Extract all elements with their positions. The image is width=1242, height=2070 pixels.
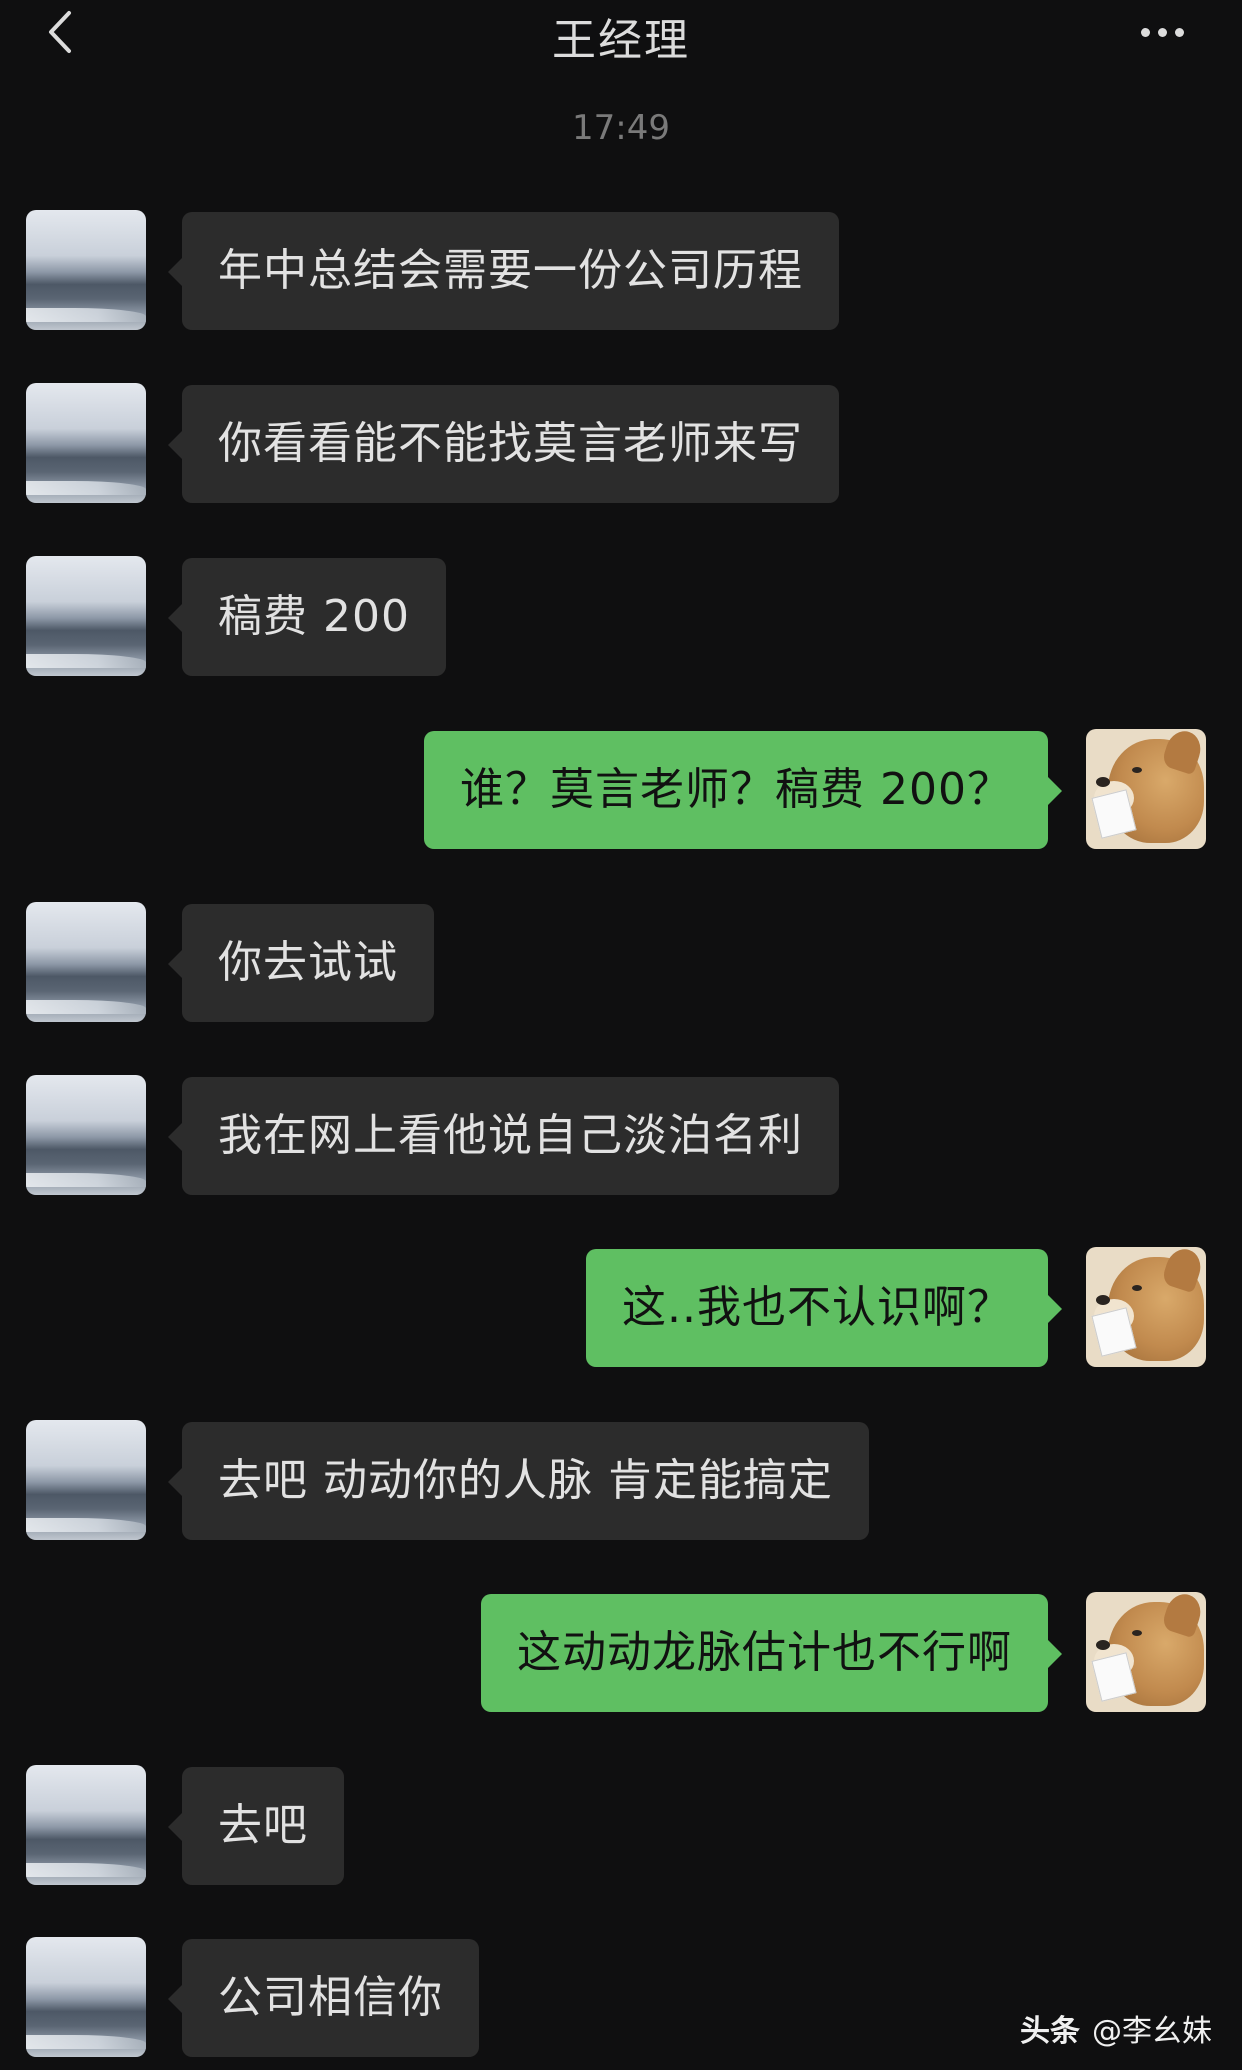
watermark: 头条 @李幺妹 bbox=[1020, 2006, 1212, 2050]
contact-avatar[interactable] bbox=[26, 1420, 146, 1540]
contact-avatar[interactable] bbox=[26, 902, 146, 1022]
message-bubble-incoming[interactable]: 我在网上看他说自己淡泊名利 bbox=[168, 1077, 839, 1195]
self-avatar[interactable] bbox=[1086, 1592, 1206, 1712]
watermark-brand: 头条 bbox=[1020, 2014, 1080, 2049]
contact-avatar[interactable] bbox=[26, 1075, 146, 1195]
message-bubble-outgoing[interactable]: 这..我也不认识啊？ bbox=[586, 1249, 1062, 1367]
message-row: 去吧 动动你的人脉 肯定能搞定 bbox=[0, 1420, 1242, 1542]
contact-avatar[interactable] bbox=[26, 383, 146, 503]
chat-header: 王经理 bbox=[0, 0, 1242, 80]
message-row: 年中总结会需要一份公司历程 bbox=[0, 210, 1242, 332]
message-timestamp: 17:49 bbox=[572, 108, 670, 148]
message-bubble-incoming[interactable]: 公司相信你 bbox=[168, 1939, 479, 2057]
message-bubble-incoming[interactable]: 你去试试 bbox=[168, 904, 434, 1022]
message-row: 稿费 200 bbox=[0, 556, 1242, 678]
contact-avatar[interactable] bbox=[26, 556, 146, 676]
message-bubble-incoming[interactable]: 稿费 200 bbox=[168, 558, 446, 676]
more-dots-icon bbox=[1140, 27, 1150, 37]
watermark-handle: @李幺妹 bbox=[1092, 2014, 1212, 2049]
contact-avatar[interactable] bbox=[26, 1765, 146, 1885]
self-avatar[interactable] bbox=[1086, 729, 1206, 849]
message-row: 我在网上看他说自己淡泊名利 bbox=[0, 1075, 1242, 1197]
message-bubble-incoming[interactable]: 去吧 动动你的人脉 肯定能搞定 bbox=[168, 1422, 869, 1540]
message-row: 谁？莫言老师？稿费 200？ bbox=[0, 729, 1242, 851]
message-row: 这动动龙脉估计也不行啊 bbox=[0, 1592, 1242, 1714]
self-avatar[interactable] bbox=[1086, 1247, 1206, 1367]
message-row: 你去试试 bbox=[0, 902, 1242, 1024]
chat-screen: 王经理 17:49 年中总结会需要一份公司历程 你看看能不能找莫言老师来写 稿费… bbox=[0, 0, 1242, 2070]
message-bubble-incoming[interactable]: 年中总结会需要一份公司历程 bbox=[168, 212, 839, 330]
more-options-button[interactable] bbox=[1122, 0, 1202, 64]
message-bubble-outgoing[interactable]: 谁？莫言老师？稿费 200？ bbox=[424, 731, 1062, 849]
message-row: 这..我也不认识啊？ bbox=[0, 1247, 1242, 1369]
message-bubble-incoming[interactable]: 你看看能不能找莫言老师来写 bbox=[168, 385, 839, 503]
contact-avatar[interactable] bbox=[26, 210, 146, 330]
message-row: 你看看能不能找莫言老师来写 bbox=[0, 383, 1242, 505]
message-bubble-incoming[interactable]: 去吧 bbox=[168, 1767, 344, 1885]
chat-title: 王经理 bbox=[552, 15, 690, 66]
message-row: 去吧 bbox=[0, 1765, 1242, 1887]
message-bubble-outgoing[interactable]: 这动动龙脉估计也不行啊 bbox=[481, 1594, 1062, 1712]
contact-avatar[interactable] bbox=[26, 1937, 146, 2057]
